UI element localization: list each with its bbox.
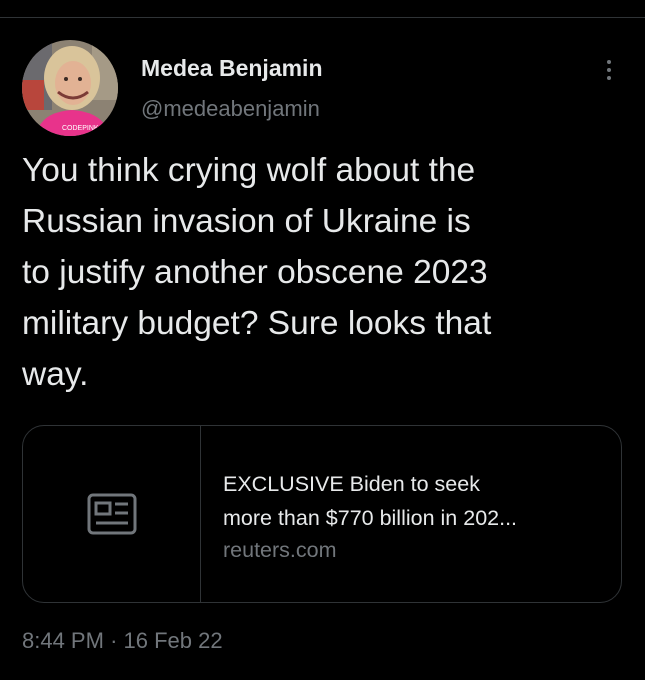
tweet-date[interactable]: 16 Feb 22 [124, 628, 223, 653]
news-article-icon [87, 493, 136, 535]
tweet-timestamp: 8:44 PM · 16 Feb 22 [22, 628, 223, 654]
author-handle[interactable]: @medeabenjamin [141, 96, 320, 122]
link-card-domain: reuters.com [223, 538, 337, 562]
avatar[interactable]: CODEPINK [22, 40, 118, 136]
timestamp-separator: · [110, 628, 118, 653]
link-card-title: EXCLUSIVE Biden to seek more than $770 b… [223, 467, 603, 535]
more-options-button[interactable] [594, 52, 624, 88]
link-preview-card[interactable]: EXCLUSIVE Biden to seek more than $770 b… [22, 425, 622, 603]
tweet-text: You think crying wolf about the Russian … [22, 152, 492, 393]
link-card-thumbnail [23, 426, 201, 602]
link-card-title-line-1: EXCLUSIVE Biden to seek [223, 472, 480, 496]
top-divider [0, 17, 645, 18]
link-card-info: EXCLUSIVE Biden to seek more than $770 b… [223, 467, 603, 565]
avatar-photo: CODEPINK [22, 40, 118, 136]
more-dot-icon [607, 76, 611, 80]
author-display-name[interactable]: Medea Benjamin [141, 55, 323, 82]
more-dot-icon [607, 60, 611, 64]
tweet-time[interactable]: 8:44 PM [22, 628, 104, 653]
more-dot-icon [607, 68, 611, 72]
avatar-shirt-logo: CODEPINK [62, 125, 99, 132]
link-card-title-line-2: more than $770 billion in 202... [223, 506, 518, 530]
